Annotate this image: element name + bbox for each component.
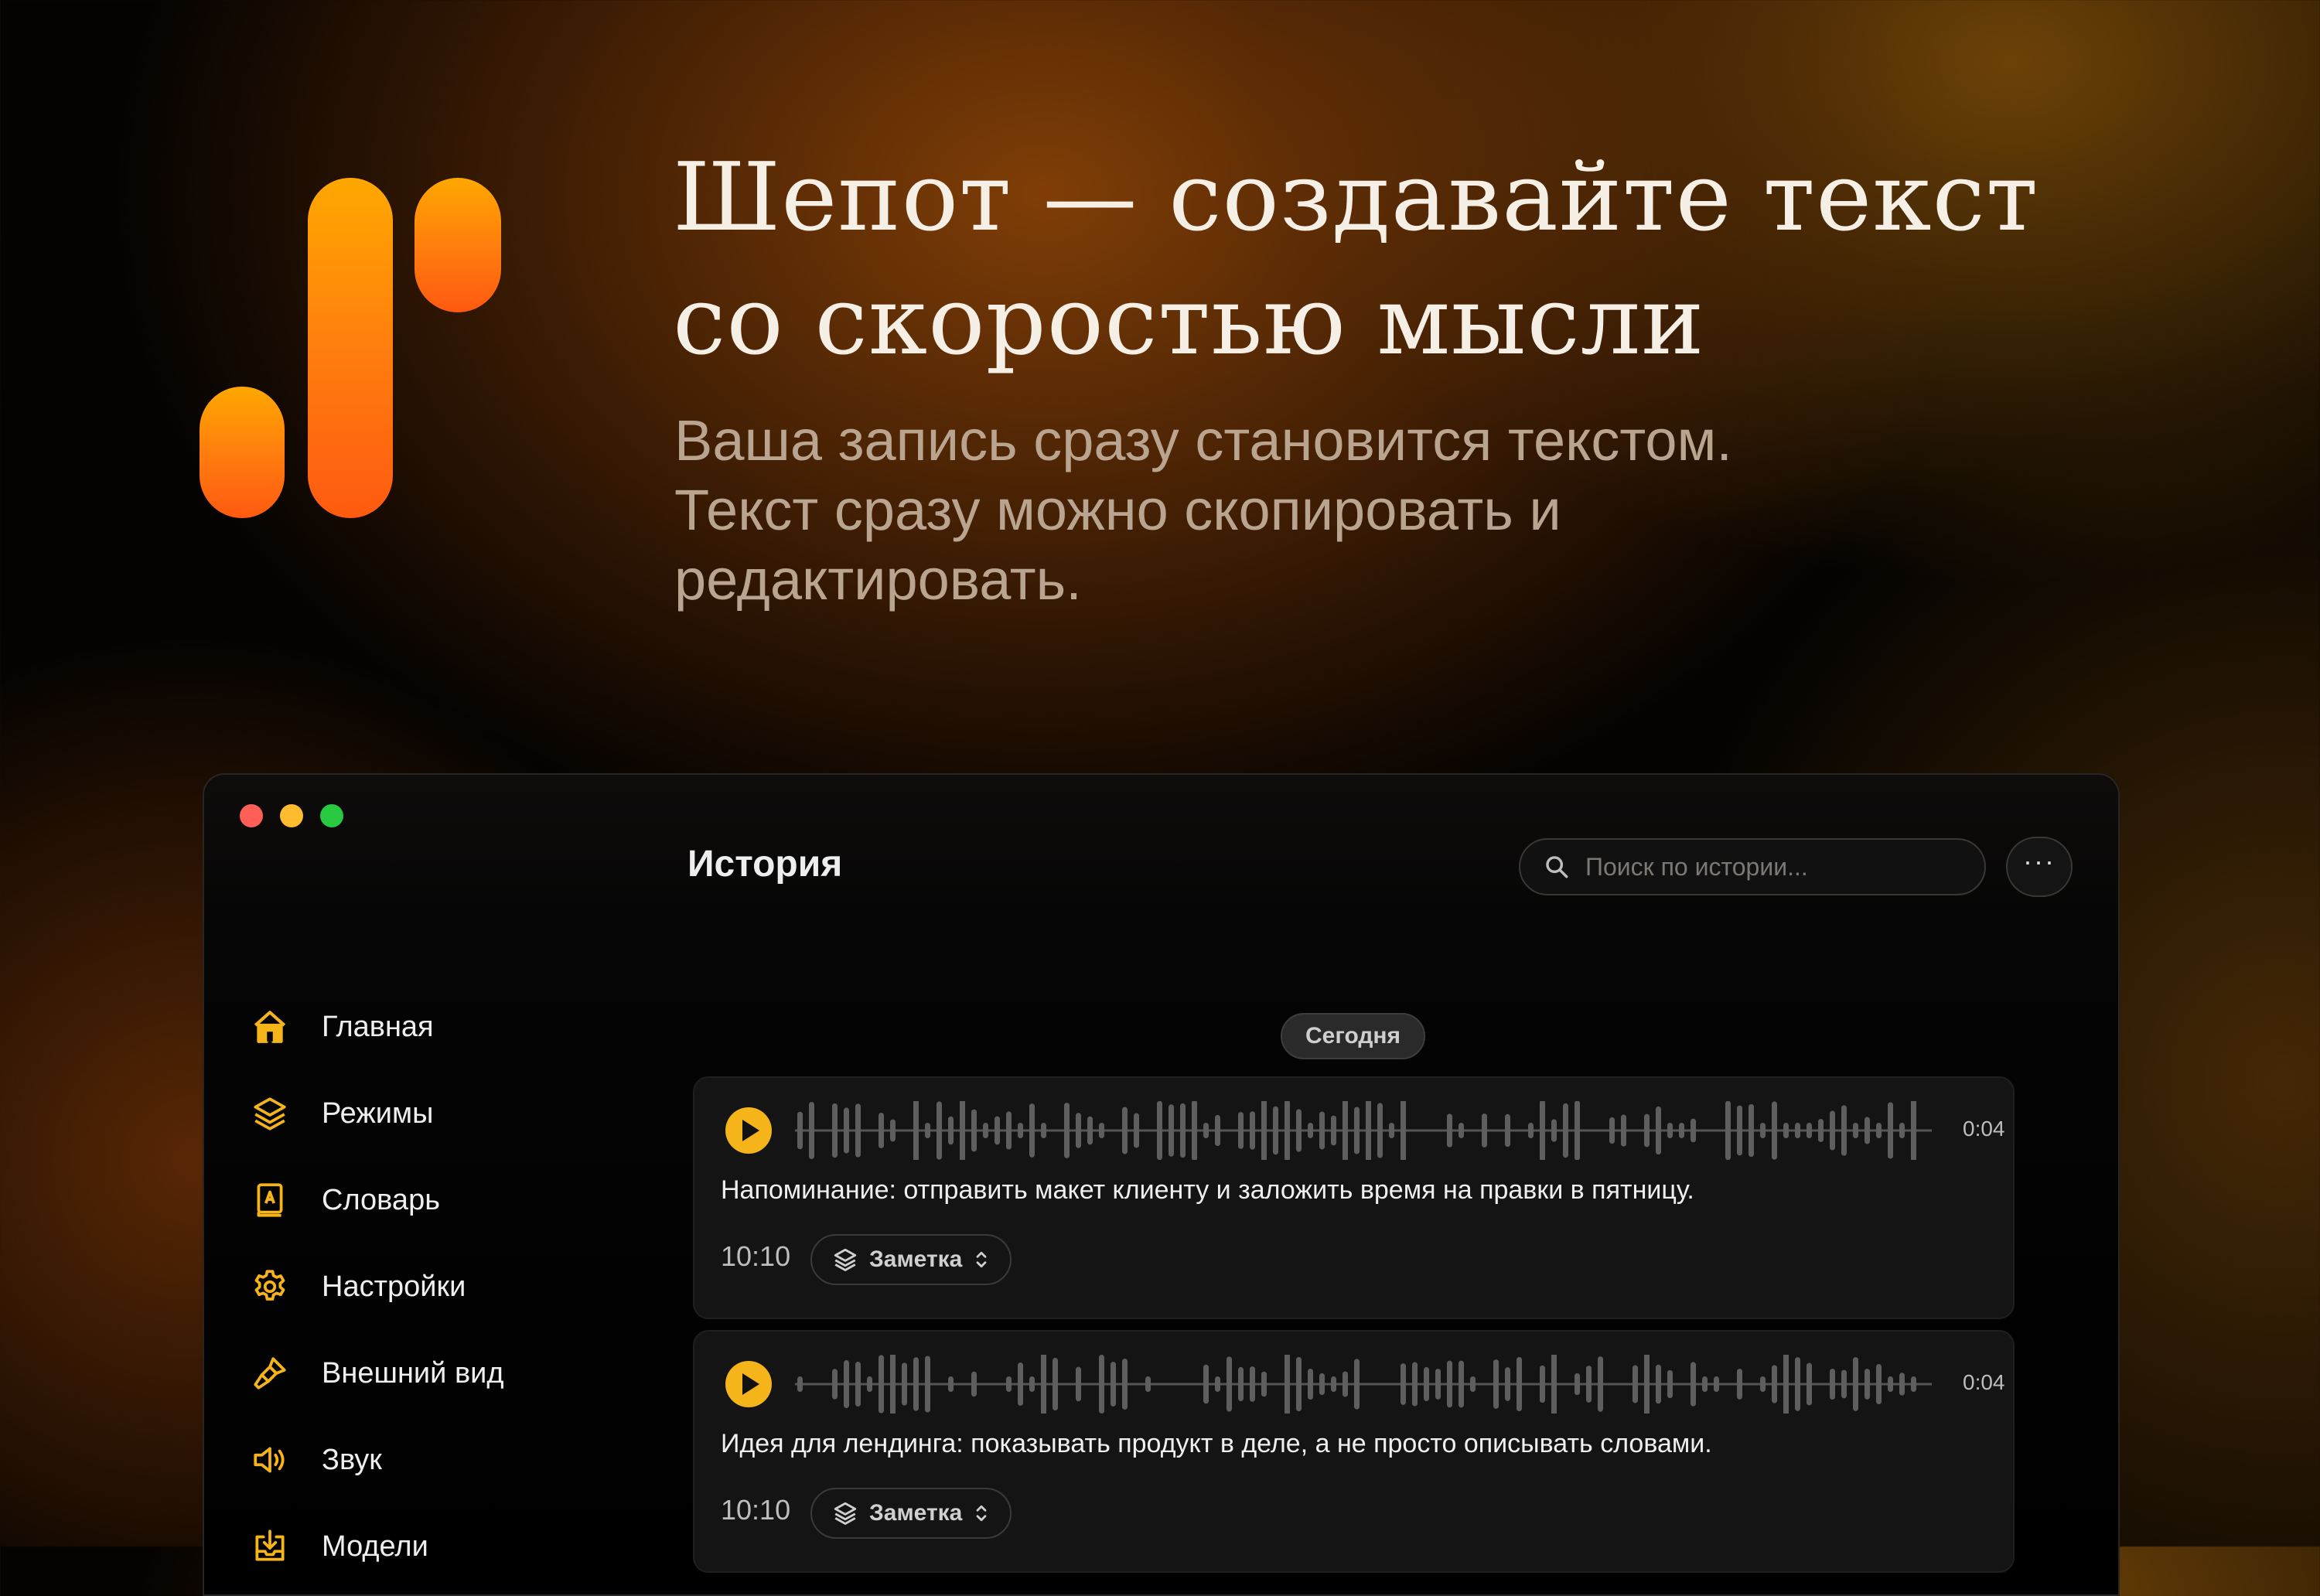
layers-icon [834,1248,857,1271]
page-title: История [687,844,843,885]
sidebar-item-models[interactable]: Модели [251,1503,637,1590]
sidebar-item-label: Словарь [322,1183,441,1216]
mode-label: Заметка [869,1246,963,1272]
hero-subtitle-line-1: Ваша запись сразу становится текстом. [674,408,1732,472]
transcript-text[interactable]: Напоминание: отправить макет клиенту и з… [721,1175,1694,1206]
sidebar-item-label: Главная [322,1010,434,1043]
brush-icon [254,1357,286,1390]
speaker-icon [254,1447,285,1473]
layers-icon [834,1502,857,1525]
sidebar-item-label: Модели [322,1530,428,1563]
duration: 0:04 [1963,1370,2005,1394]
entry-time: 10:10 [721,1240,791,1272]
transcript-text[interactable]: Идея для лендинга: показывать продукт в … [721,1429,1712,1459]
mode-selector[interactable]: Заметка [810,1488,1012,1539]
sidebar-item-settings[interactable]: Настройки [251,1243,637,1330]
sidebar-item-appearance[interactable]: Внешний вид [251,1330,637,1417]
chevron-up-down-icon [976,1251,987,1268]
window-controls [240,804,343,827]
sidebar-item-label: Звук [322,1443,382,1476]
sidebar-item-dictionary[interactable]: Словарь [251,1157,637,1243]
date-separator: Сегодня [1281,1013,1426,1059]
sidebar: Главная Режимы Словарь Настройки Внешний… [251,984,637,1590]
entry-time: 10:10 [721,1494,791,1526]
logo-bar-left [200,387,285,518]
waveform[interactable] [795,1101,1947,1160]
mode-label: Заметка [869,1500,963,1526]
app-window: История ··· Главная Режимы Словарь Настр… [203,773,2120,1596]
history-entry[interactable]: 0:04 Напоминание: отправить макет клиент… [693,1076,2015,1319]
hero-subtitle-line-3: редактировать. [674,547,1082,612]
search-box[interactable] [1519,838,1986,895]
logo-bar-middle [308,178,393,518]
app-logo [200,178,501,518]
more-icon: ··· [2023,845,2056,877]
hero-title-line-1: Шепот — создавайте текст [673,142,2039,252]
gear-icon [254,1270,285,1301]
duration: 0:04 [1963,1117,2005,1141]
sidebar-item-label: Внешний вид [322,1356,504,1390]
history-entry[interactable]: 0:04 Идея для лендинга: показывать проду… [693,1330,2015,1573]
sidebar-item-modes[interactable]: Режимы [251,1070,637,1157]
zoom-window-button[interactable] [320,804,343,827]
hero-subtitle: Ваша запись сразу становится текстом. Те… [674,406,1912,615]
hero-subtitle-line-2: Текст сразу можно скопировать и [674,478,1561,542]
play-button[interactable] [725,1361,772,1407]
dictionary-icon [257,1183,283,1217]
mode-selector[interactable]: Заметка [810,1234,1012,1285]
close-window-button[interactable] [240,804,263,827]
layers-icon [254,1097,286,1130]
minimize-window-button[interactable] [280,804,303,827]
play-button[interactable] [725,1107,772,1154]
sidebar-item-label: Режимы [322,1096,434,1130]
search-icon [1546,856,1568,878]
home-icon [254,1011,286,1043]
hero-title-line-2: со скоростью мысли [673,266,1705,376]
sidebar-item-label: Настройки [322,1270,466,1303]
sidebar-item-sound[interactable]: Звук [251,1417,637,1503]
search-input[interactable] [1584,851,1958,882]
logo-bar-right [415,178,501,312]
hero-title: Шепот — создавайте текст со скоростью мы… [673,135,2142,383]
waveform[interactable] [795,1355,1947,1414]
chevron-up-down-icon [976,1505,987,1522]
download-icon [255,1530,285,1561]
more-options-button[interactable]: ··· [2006,837,2073,897]
sidebar-item-home[interactable]: Главная [251,984,637,1070]
